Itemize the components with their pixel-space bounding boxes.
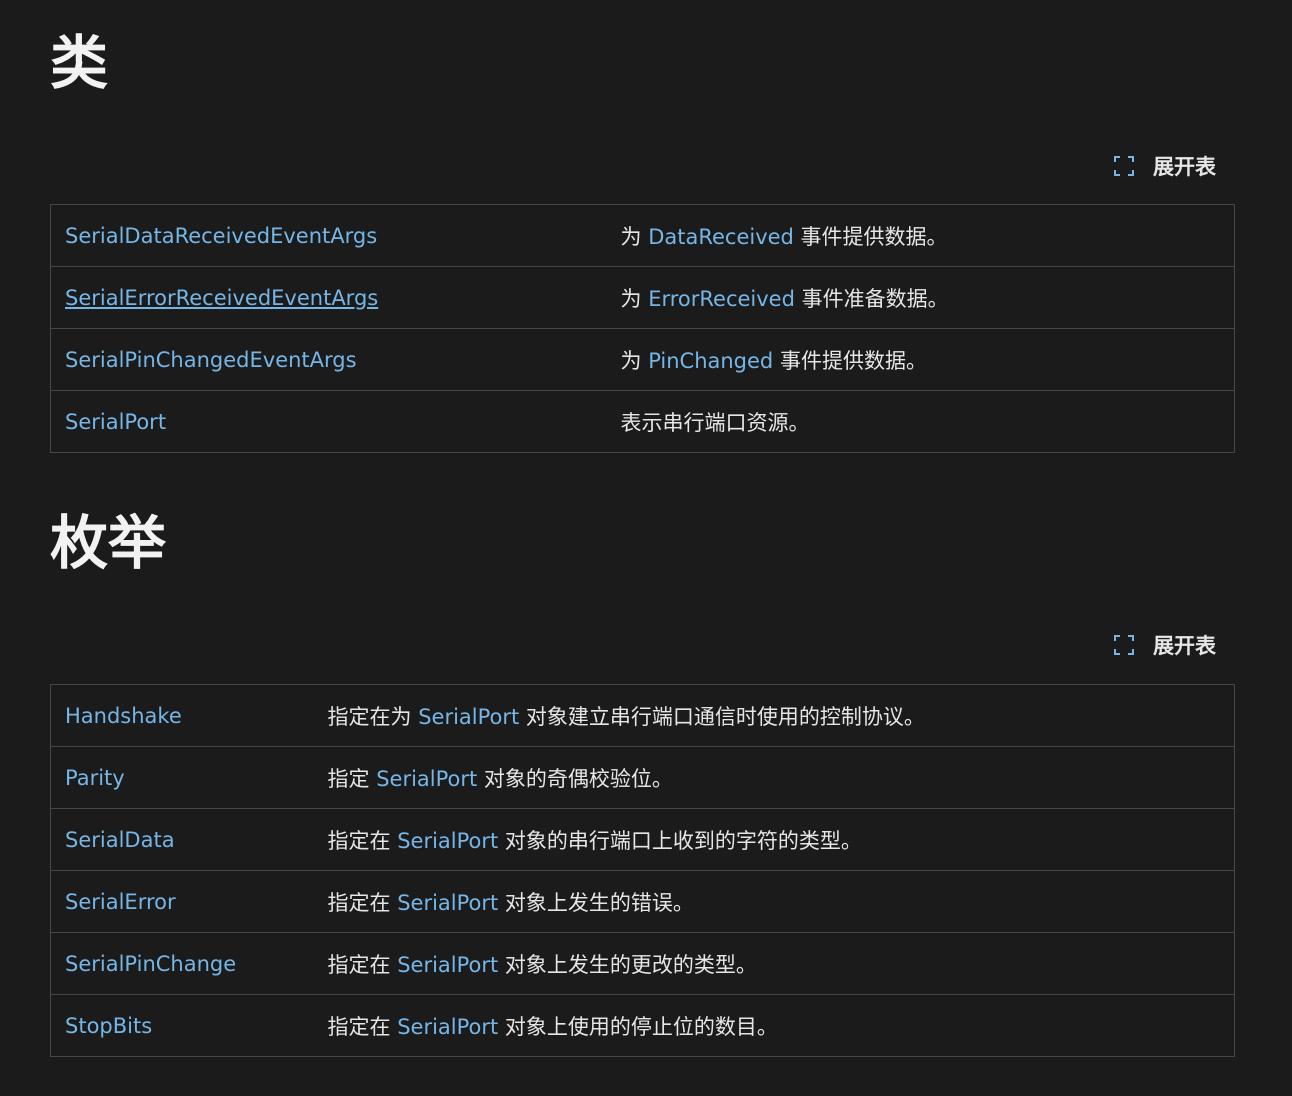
class-name-cell: SerialDataReceivedEventArgs [50,204,607,267]
class-link-serialport[interactable]: SerialPort [397,1015,498,1039]
description-text: 为 [620,348,649,373]
enum-link-stopbits[interactable]: StopBits [65,1014,152,1038]
expand-icon [1114,156,1134,176]
expand-table-label: 展开表 [1153,155,1216,179]
class-link-serialpinchangedeventargs[interactable]: SerialPinChangedEventArgs [65,348,357,372]
description-text: 事件准备数据。 [794,286,949,311]
class-link-serialport[interactable]: SerialPort [418,705,519,729]
description-text: 指定在 [327,1014,398,1039]
class-description-cell: 为 PinChanged 事件提供数据。 [606,328,1235,391]
docs-page: 类 展开表 SerialDataReceivedEventArgs 为 Data… [0,0,1292,1096]
class-link-serialport[interactable]: SerialPort [65,410,166,434]
enum-name-cell: SerialData [50,808,314,871]
classes-section: 类 展开表 SerialDataReceivedEventArgs 为 Data… [50,29,1235,454]
enum-name-cell: Parity [50,746,314,809]
expand-icon [1114,635,1134,655]
description-text: 表示串行端口资源。 [620,410,810,435]
enum-description-cell: 指定在 SerialPort 对象的串行端口上收到的字符的类型。 [313,808,1235,871]
classes-table: SerialDataReceivedEventArgs 为 DataReceiv… [50,204,1235,453]
enum-link-handshake[interactable]: Handshake [65,704,182,728]
description-text: 对象的串行端口上收到的字符的类型。 [498,828,862,853]
class-name-cell: SerialPort [50,390,607,453]
table-row: SerialData 指定在 SerialPort 对象的串行端口上收到的字符的… [50,808,1235,871]
class-link-serialdatareceivedeventargs[interactable]: SerialDataReceivedEventArgs [65,224,377,248]
description-text: 事件提供数据。 [773,348,927,373]
description-text: 指定在为 [327,704,419,729]
description-text: 对象建立串行端口通信时使用的控制协议。 [519,704,925,729]
enums-section: 枚举 展开表 Handshake 指定在为 SerialPort 对象建立串行端… [50,509,1235,1060]
class-link-serialport[interactable]: SerialPort [397,891,498,915]
table-row: SerialPinChange 指定在 SerialPort 对象上发生的更改的… [50,932,1235,995]
enum-name-cell: SerialPinChange [50,932,314,995]
enum-name-cell: StopBits [50,994,314,1057]
enum-link-serialdata[interactable]: SerialData [65,828,175,852]
class-name-cell: SerialErrorReceivedEventArgs [50,266,607,329]
table-row: SerialError 指定在 SerialPort 对象上发生的错误。 [50,870,1235,933]
description-text: 事件提供数据。 [793,224,948,249]
description-text: 指定在 [327,952,398,977]
enums-table: Handshake 指定在为 SerialPort 对象建立串行端口通信时使用的… [50,684,1235,1057]
enum-name-cell: SerialError [50,870,314,933]
classes-expand-table-button[interactable]: 展开表 [1113,151,1216,181]
class-description-cell: 为 ErrorReceived 事件准备数据。 [606,266,1235,329]
event-link-pinchanged[interactable]: PinChanged [648,349,773,373]
table-row: Parity 指定 SerialPort 对象的奇偶校验位。 [50,746,1235,809]
description-text: 指定 [327,766,377,791]
enum-description-cell: 指定在 SerialPort 对象上发生的更改的类型。 [313,932,1235,995]
description-text: 指定在 [327,890,398,915]
table-row: SerialErrorReceivedEventArgs 为 ErrorRece… [50,266,1235,329]
event-link-errorreceived[interactable]: ErrorReceived [648,287,795,311]
description-text: 对象上发生的错误。 [498,890,694,915]
class-description-cell: 表示串行端口资源。 [606,390,1235,453]
table-row: SerialDataReceivedEventArgs 为 DataReceiv… [50,204,1235,267]
description-text: 对象上使用的停止位的数目。 [498,1014,778,1039]
enums-expand-table-button[interactable]: 展开表 [1113,630,1216,660]
class-link-serialerrorreceivedeventargs[interactable]: SerialErrorReceivedEventArgs [65,286,378,310]
class-link-serialport[interactable]: SerialPort [397,829,498,853]
description-text: 对象的奇偶校验位。 [477,766,673,791]
description-text: 对象上发生的更改的类型。 [498,952,757,977]
enum-description-cell: 指定在 SerialPort 对象上使用的停止位的数目。 [313,994,1235,1057]
class-description-cell: 为 DataReceived 事件提供数据。 [606,204,1235,267]
classes-heading: 类 [50,29,109,97]
enum-description-cell: 指定在为 SerialPort 对象建立串行端口通信时使用的控制协议。 [313,684,1235,747]
enum-link-serialpinchange[interactable]: SerialPinChange [65,952,236,976]
class-link-serialport[interactable]: SerialPort [376,767,477,791]
description-text: 为 [620,286,649,311]
expand-table-label: 展开表 [1153,634,1216,658]
event-link-datareceived[interactable]: DataReceived [648,225,794,249]
class-name-cell: SerialPinChangedEventArgs [50,328,607,391]
enum-name-cell: Handshake [50,684,314,747]
table-row: StopBits 指定在 SerialPort 对象上使用的停止位的数目。 [50,994,1235,1057]
description-text: 为 [620,224,649,249]
table-row: Handshake 指定在为 SerialPort 对象建立串行端口通信时使用的… [50,684,1235,747]
table-row: SerialPort 表示串行端口资源。 [50,390,1235,453]
enum-link-parity[interactable]: Parity [65,766,125,790]
enum-link-serialerror[interactable]: SerialError [65,890,176,914]
class-link-serialport[interactable]: SerialPort [397,953,498,977]
enums-heading: 枚举 [50,509,167,577]
enum-description-cell: 指定在 SerialPort 对象上发生的错误。 [313,870,1235,933]
enum-description-cell: 指定 SerialPort 对象的奇偶校验位。 [313,746,1235,809]
table-row: SerialPinChangedEventArgs 为 PinChanged 事… [50,328,1235,391]
description-text: 指定在 [327,828,398,853]
